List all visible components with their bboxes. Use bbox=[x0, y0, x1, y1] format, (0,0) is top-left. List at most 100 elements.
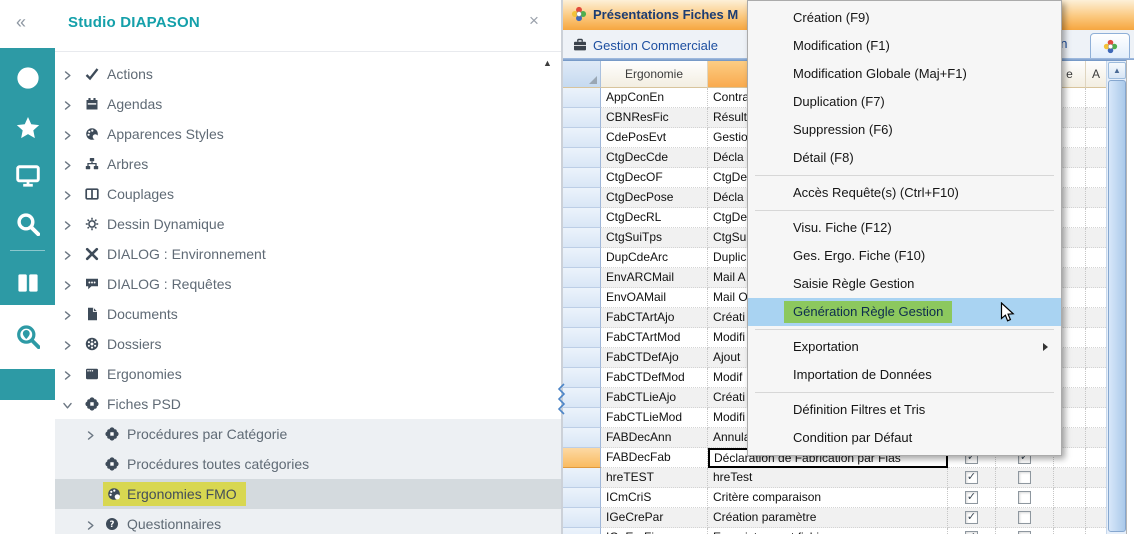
tree-item-agendas[interactable]: Agendas bbox=[55, 89, 561, 119]
cell-a[interactable] bbox=[1086, 248, 1106, 268]
row-selector[interactable] bbox=[563, 88, 601, 108]
scrollbar-thumb[interactable] bbox=[1108, 80, 1126, 532]
unchecked-checkbox[interactable] bbox=[1018, 491, 1031, 504]
row-selector[interactable] bbox=[563, 368, 601, 388]
close-icon[interactable]: × bbox=[529, 11, 539, 31]
cell-a[interactable] bbox=[1086, 408, 1106, 428]
menu-item-cr-ation-f9[interactable]: Création (F9) bbox=[748, 4, 1061, 32]
scrollbar-up-icon[interactable]: ▲ bbox=[1108, 62, 1126, 79]
cell-ergonomie[interactable]: CtgDecOF bbox=[601, 168, 708, 188]
cell-libelle[interactable]: Critère comparaison bbox=[708, 488, 948, 508]
tree-item-couplages[interactable]: Couplages bbox=[55, 179, 561, 209]
cell-a[interactable] bbox=[1086, 288, 1106, 308]
table-row-hreTEST[interactable]: hreTESThreTest✓ bbox=[563, 468, 1106, 488]
menu-item-saisie-r-gle-gestion[interactable]: Saisie Règle Gestion bbox=[748, 270, 1061, 298]
cell-a[interactable] bbox=[1086, 188, 1106, 208]
row-selector[interactable] bbox=[563, 168, 601, 188]
cell-a[interactable] bbox=[1086, 268, 1106, 288]
cell-e[interactable] bbox=[1054, 488, 1086, 508]
row-selector[interactable] bbox=[563, 108, 601, 128]
cell-a[interactable] bbox=[1086, 328, 1106, 348]
cell-ergonomie[interactable]: IGeEnrFic bbox=[601, 528, 708, 534]
row-selector[interactable] bbox=[563, 268, 601, 288]
cell-ergonomie[interactable]: EnvOAMail bbox=[601, 288, 708, 308]
cell-libelle[interactable]: Enregistrement fichier bbox=[708, 528, 948, 534]
cell-ergonomie[interactable]: FabCTDefMod bbox=[601, 368, 708, 388]
row-selector[interactable] bbox=[563, 328, 601, 348]
row-selector[interactable] bbox=[563, 428, 601, 448]
row-selector[interactable] bbox=[563, 228, 601, 248]
table-row-IGeCrePar[interactable]: IGeCreParCréation paramètre✓ bbox=[563, 508, 1106, 528]
cell-a[interactable] bbox=[1086, 388, 1106, 408]
tree-item-ergonomies[interactable]: Ergonomies bbox=[55, 359, 561, 389]
table-row-IGeEnrFic[interactable]: IGeEnrFicEnregistrement fichier✓ bbox=[563, 528, 1106, 534]
cell-ergonomie[interactable]: AppConEn bbox=[601, 88, 708, 108]
row-selector[interactable] bbox=[563, 508, 601, 528]
cell-ergonomie[interactable]: FABDecFab bbox=[601, 448, 708, 468]
row-selector[interactable] bbox=[563, 488, 601, 508]
cell-a[interactable] bbox=[1086, 468, 1106, 488]
collapse-panel-icon[interactable]: « bbox=[16, 12, 26, 33]
cell-ergonomie[interactable]: FabCTDefAjo bbox=[601, 348, 708, 368]
cell-ergonomie[interactable]: CtgDecPose bbox=[601, 188, 708, 208]
menu-item-acc-s-requ-te-s-ctrl-f10[interactable]: Accès Requête(s) (Ctrl+F10) bbox=[748, 179, 1061, 207]
menu-item-visu-fiche-f12[interactable]: Visu. Fiche (F12) bbox=[748, 214, 1061, 242]
cell-a[interactable] bbox=[1086, 208, 1106, 228]
column-header-ergonomie[interactable]: Ergonomie bbox=[601, 61, 708, 88]
cell-ergonomie[interactable]: CtgDecRL bbox=[601, 208, 708, 228]
tree-item-dessin-dynamique[interactable]: Dessin Dynamique bbox=[55, 209, 561, 239]
tree-item-ergonomies-fmo[interactable]: Ergonomies FMO bbox=[55, 479, 561, 509]
cell-a[interactable] bbox=[1086, 108, 1106, 128]
cell-a[interactable] bbox=[1086, 348, 1106, 368]
cell-ergonomie[interactable]: FabCTLieMod bbox=[601, 408, 708, 428]
cell-a[interactable] bbox=[1086, 168, 1106, 188]
cell-libelle[interactable]: hreTest bbox=[708, 468, 948, 488]
cell-a[interactable] bbox=[1086, 508, 1106, 528]
cell-ergonomie[interactable]: ICmCriS bbox=[601, 488, 708, 508]
grid-corner-cell[interactable] bbox=[563, 61, 601, 88]
cell-ergonomie[interactable]: CBNResFic bbox=[601, 108, 708, 128]
row-selector[interactable] bbox=[563, 388, 601, 408]
cell-ergonomie[interactable]: FabCTLieAjo bbox=[601, 388, 708, 408]
menu-item-importation-de-donn-es[interactable]: Importation de Données bbox=[748, 361, 1061, 389]
checked-checkbox[interactable]: ✓ bbox=[965, 491, 978, 504]
row-selector[interactable] bbox=[563, 208, 601, 228]
cell-ergonomie[interactable]: CdePosEvt bbox=[601, 128, 708, 148]
row-selector[interactable] bbox=[563, 408, 601, 428]
cell-a[interactable] bbox=[1086, 88, 1106, 108]
sidebar-item-search[interactable] bbox=[0, 201, 55, 247]
splitter-handle-icon[interactable] bbox=[556, 382, 567, 423]
cell-ergonomie[interactable]: IGeCrePar bbox=[601, 508, 708, 528]
menu-item-condition-par-d-faut[interactable]: Condition par Défaut bbox=[748, 424, 1061, 452]
vertical-scrollbar[interactable]: ▲ bbox=[1106, 61, 1126, 534]
menu-item-exportation[interactable]: Exportation bbox=[748, 333, 1061, 361]
cell-e[interactable] bbox=[1054, 468, 1086, 488]
row-selector[interactable] bbox=[563, 148, 601, 168]
row-selector[interactable] bbox=[563, 448, 601, 468]
cell-e[interactable] bbox=[1054, 508, 1086, 528]
row-selector[interactable] bbox=[563, 288, 601, 308]
tree-item-dialog-environnement[interactable]: DIALOG : Environnement bbox=[55, 239, 561, 269]
menu-item-ges-ergo-fiche-f10[interactable]: Ges. Ergo. Fiche (F10) bbox=[748, 242, 1061, 270]
unchecked-checkbox[interactable] bbox=[1018, 471, 1031, 484]
tree-item-documents[interactable]: Documents bbox=[55, 299, 561, 329]
tree-item-proc-dures-par-cat-gorie[interactable]: Procédures par Catégorie bbox=[55, 419, 561, 449]
sidebar-item-favorites[interactable] bbox=[0, 105, 55, 151]
cell-a[interactable] bbox=[1086, 308, 1106, 328]
menu-item-g-n-ration-r-gle-gestion[interactable]: Génération Règle Gestion bbox=[748, 298, 1061, 326]
cell-a[interactable] bbox=[1086, 148, 1106, 168]
tree-item-arbres[interactable]: Arbres bbox=[55, 149, 561, 179]
cell-ergonomie[interactable]: DupCdeArc bbox=[601, 248, 708, 268]
cell-a[interactable] bbox=[1086, 428, 1106, 448]
menu-item-modification-globale-maj-f1[interactable]: Modification Globale (Maj+F1) bbox=[748, 60, 1061, 88]
menu-item-d-tail-f8[interactable]: Détail (F8) bbox=[748, 144, 1061, 172]
cell-ergonomie[interactable]: FABDecAnn bbox=[601, 428, 708, 448]
cell-ergonomie[interactable]: EnvARCMail bbox=[601, 268, 708, 288]
tree-item-dialog-requ-tes[interactable]: DIALOG : Requêtes bbox=[55, 269, 561, 299]
row-selector[interactable] bbox=[563, 128, 601, 148]
tree-item-questionnaires[interactable]: ?Questionnaires bbox=[55, 509, 561, 534]
column-header-a[interactable]: A bbox=[1086, 61, 1106, 88]
cell-ergonomie[interactable]: CtgDecCde bbox=[601, 148, 708, 168]
row-selector[interactable] bbox=[563, 188, 601, 208]
row-selector[interactable] bbox=[563, 348, 601, 368]
